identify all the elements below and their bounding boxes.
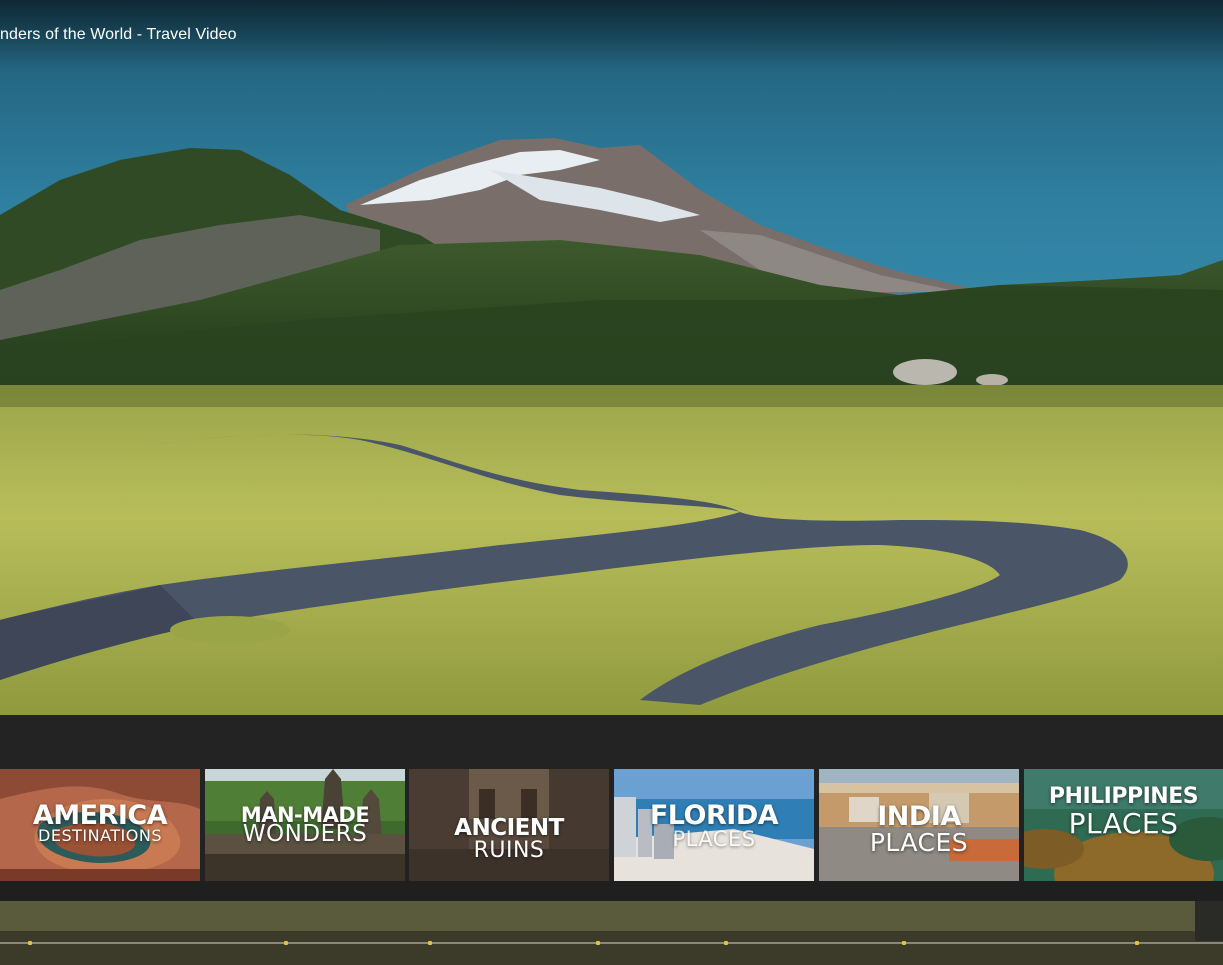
video-title[interactable]: nders of the World - Travel Video [0,26,237,44]
video-card-man-made-wonders[interactable]: MAN-MADE WONDERS [205,769,405,881]
video-card-ancient-ruins[interactable]: ANCIENT RUINS [409,769,609,881]
endscreen-divider [0,881,1223,901]
video-player[interactable]: nders of the World - Travel Video [0,0,1223,715]
timeline-background [0,901,1223,965]
thumbnail-image [819,769,1019,881]
thumbnail-image [1024,769,1223,881]
video-card-america-destinations[interactable]: AMERICA DESTINATIONS [0,769,200,881]
thumbnail-image [0,769,200,881]
chapter-marker[interactable] [28,941,32,945]
thumbnail-image [409,769,609,881]
chapter-marker[interactable] [1135,941,1139,945]
video-frame [0,0,1223,715]
video-title-bar: nders of the World - Travel Video [0,0,1223,72]
chapter-marker[interactable] [428,941,432,945]
video-card-florida-places[interactable]: FLORIDA PLACES [614,769,814,881]
endscreen-panel: AMERICA DESTINATIONS MAN-MADE WONDERS AN… [0,715,1223,965]
video-card-india-places[interactable]: INDIA PLACES [819,769,1019,881]
thumbnail-image [205,769,405,881]
recommendation-strip: AMERICA DESTINATIONS MAN-MADE WONDERS AN… [0,769,1223,881]
chapter-marker[interactable] [284,941,288,945]
endscreen-spacer [0,715,1223,769]
thumbnail-image [614,769,814,881]
video-timeline[interactable] [0,901,1223,965]
chapter-marker[interactable] [596,941,600,945]
video-card-philippines-places[interactable]: PHILIPPINES PLACES [1024,769,1223,881]
chapter-marker[interactable] [724,941,728,945]
chapter-marker[interactable] [902,941,906,945]
progress-track[interactable] [0,942,1223,944]
